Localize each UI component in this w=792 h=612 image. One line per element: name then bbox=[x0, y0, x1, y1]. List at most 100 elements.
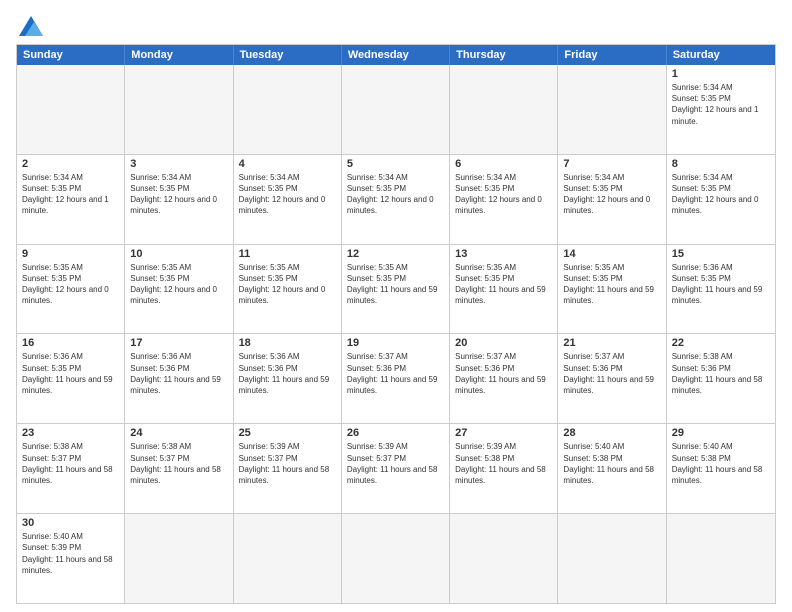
day-info: Sunrise: 5:36 AMSunset: 5:35 PMDaylight:… bbox=[22, 351, 119, 396]
day-number: 28 bbox=[563, 427, 660, 439]
calendar-cell: 15 Sunrise: 5:36 AMSunset: 5:35 PMDayligh… bbox=[667, 245, 775, 334]
calendar-cell: 9 Sunrise: 5:35 AMSunset: 5:35 PMDaylight… bbox=[17, 245, 125, 334]
calendar-cell: 16 Sunrise: 5:36 AMSunset: 5:35 PMDayligh… bbox=[17, 334, 125, 423]
calendar-cell: 28 Sunrise: 5:40 AMSunset: 5:38 PMDayligh… bbox=[558, 424, 666, 513]
day-info: Sunrise: 5:36 AMSunset: 5:36 PMDaylight:… bbox=[239, 351, 336, 396]
calendar-cell: 19 Sunrise: 5:37 AMSunset: 5:36 PMDayligh… bbox=[342, 334, 450, 423]
day-info: Sunrise: 5:40 AMSunset: 5:38 PMDaylight:… bbox=[672, 441, 770, 486]
calendar-header: SundayMondayTuesdayWednesdayThursdayFrid… bbox=[17, 45, 775, 65]
day-number: 22 bbox=[672, 337, 770, 349]
calendar-cell: 30Sunrise: 5:40 AMSunset: 5:39 PMDayligh… bbox=[17, 514, 125, 603]
calendar-cell: 20 Sunrise: 5:37 AMSunset: 5:36 PMDayligh… bbox=[450, 334, 558, 423]
day-info: Sunrise: 5:35 AMSunset: 5:35 PMDaylight:… bbox=[455, 262, 552, 307]
day-number: 26 bbox=[347, 427, 444, 439]
day-info: Sunrise: 5:35 AMSunset: 5:35 PMDaylight:… bbox=[347, 262, 444, 307]
day-number: 15 bbox=[672, 248, 770, 260]
day-info: Sunrise: 5:35 AMSunset: 5:35 PMDaylight:… bbox=[22, 262, 119, 307]
day-info: Sunrise: 5:34 AMSunset: 5:35 PMDaylight:… bbox=[130, 172, 227, 217]
day-number: 9 bbox=[22, 248, 119, 260]
day-info: Sunrise: 5:35 AMSunset: 5:35 PMDaylight:… bbox=[563, 262, 660, 307]
calendar-row: 1 Sunrise: 5:34 AMSunset: 5:35 PMDaylight… bbox=[17, 65, 775, 155]
day-number: 19 bbox=[347, 337, 444, 349]
day-info: Sunrise: 5:40 AMSunset: 5:39 PMDaylight:… bbox=[22, 531, 119, 576]
calendar-cell bbox=[234, 65, 342, 154]
day-info: Sunrise: 5:34 AMSunset: 5:35 PMDaylight:… bbox=[672, 172, 770, 217]
day-info: Sunrise: 5:39 AMSunset: 5:37 PMDaylight:… bbox=[347, 441, 444, 486]
day-info: Sunrise: 5:34 AMSunset: 5:35 PMDaylight:… bbox=[347, 172, 444, 217]
day-number: 2 bbox=[22, 158, 119, 170]
calendar-cell: 7 Sunrise: 5:34 AMSunset: 5:35 PMDaylight… bbox=[558, 155, 666, 244]
day-number: 4 bbox=[239, 158, 336, 170]
calendar-cell: 26 Sunrise: 5:39 AMSunset: 5:37 PMDayligh… bbox=[342, 424, 450, 513]
day-number: 10 bbox=[130, 248, 227, 260]
weekday-header: Saturday bbox=[667, 45, 775, 65]
day-number: 27 bbox=[455, 427, 552, 439]
day-number: 6 bbox=[455, 158, 552, 170]
day-info: Sunrise: 5:34 AMSunset: 5:35 PMDaylight:… bbox=[455, 172, 552, 217]
day-info: Sunrise: 5:36 AMSunset: 5:35 PMDaylight:… bbox=[672, 262, 770, 307]
day-info: Sunrise: 5:38 AMSunset: 5:36 PMDaylight:… bbox=[672, 351, 770, 396]
day-info: Sunrise: 5:35 AMSunset: 5:35 PMDaylight:… bbox=[130, 262, 227, 307]
day-info: Sunrise: 5:38 AMSunset: 5:37 PMDaylight:… bbox=[22, 441, 119, 486]
day-info: Sunrise: 5:34 AMSunset: 5:35 PMDaylight:… bbox=[672, 82, 770, 127]
calendar-cell: 6 Sunrise: 5:34 AMSunset: 5:35 PMDaylight… bbox=[450, 155, 558, 244]
day-number: 25 bbox=[239, 427, 336, 439]
calendar-cell bbox=[342, 514, 450, 603]
weekday-header: Wednesday bbox=[342, 45, 450, 65]
day-number: 24 bbox=[130, 427, 227, 439]
calendar-body: 1 Sunrise: 5:34 AMSunset: 5:35 PMDaylight… bbox=[17, 65, 775, 603]
calendar-cell: 14 Sunrise: 5:35 AMSunset: 5:35 PMDayligh… bbox=[558, 245, 666, 334]
calendar-cell bbox=[125, 65, 233, 154]
day-number: 7 bbox=[563, 158, 660, 170]
calendar-cell: 27 Sunrise: 5:39 AMSunset: 5:38 PMDayligh… bbox=[450, 424, 558, 513]
day-number: 11 bbox=[239, 248, 336, 260]
day-info: Sunrise: 5:39 AMSunset: 5:37 PMDaylight:… bbox=[239, 441, 336, 486]
day-info: Sunrise: 5:34 AMSunset: 5:35 PMDaylight:… bbox=[22, 172, 119, 217]
weekday-header: Thursday bbox=[450, 45, 558, 65]
day-number: 29 bbox=[672, 427, 770, 439]
day-info: Sunrise: 5:37 AMSunset: 5:36 PMDaylight:… bbox=[347, 351, 444, 396]
calendar-cell: 4Sunrise: 5:34 AMSunset: 5:35 PMDaylight… bbox=[234, 155, 342, 244]
calendar-cell: 2 Sunrise: 5:34 AMSunset: 5:35 PMDaylight… bbox=[17, 155, 125, 244]
calendar-row: 16 Sunrise: 5:36 AMSunset: 5:35 PMDayligh… bbox=[17, 334, 775, 424]
calendar-cell: 8Sunrise: 5:34 AMSunset: 5:35 PMDaylight… bbox=[667, 155, 775, 244]
day-info: Sunrise: 5:34 AMSunset: 5:35 PMDaylight:… bbox=[563, 172, 660, 217]
day-info: Sunrise: 5:40 AMSunset: 5:38 PMDaylight:… bbox=[563, 441, 660, 486]
calendar-cell bbox=[450, 65, 558, 154]
day-info: Sunrise: 5:39 AMSunset: 5:38 PMDaylight:… bbox=[455, 441, 552, 486]
day-number: 16 bbox=[22, 337, 119, 349]
calendar-cell bbox=[667, 514, 775, 603]
day-number: 1 bbox=[672, 68, 770, 80]
day-number: 23 bbox=[22, 427, 119, 439]
calendar-cell bbox=[558, 514, 666, 603]
day-number: 14 bbox=[563, 248, 660, 260]
header bbox=[16, 16, 776, 36]
calendar-cell: 23 Sunrise: 5:38 AMSunset: 5:37 PMDayligh… bbox=[17, 424, 125, 513]
calendar-cell: 29 Sunrise: 5:40 AMSunset: 5:38 PMDayligh… bbox=[667, 424, 775, 513]
calendar-cell: 13Sunrise: 5:35 AMSunset: 5:35 PMDayligh… bbox=[450, 245, 558, 334]
calendar-cell: 24 Sunrise: 5:38 AMSunset: 5:37 PMDayligh… bbox=[125, 424, 233, 513]
weekday-header: Tuesday bbox=[234, 45, 342, 65]
calendar-row: 9 Sunrise: 5:35 AMSunset: 5:35 PMDaylight… bbox=[17, 245, 775, 335]
day-number: 20 bbox=[455, 337, 552, 349]
calendar-cell: 18 Sunrise: 5:36 AMSunset: 5:36 PMDayligh… bbox=[234, 334, 342, 423]
day-number: 21 bbox=[563, 337, 660, 349]
calendar-row: 2 Sunrise: 5:34 AMSunset: 5:35 PMDaylight… bbox=[17, 155, 775, 245]
calendar-cell: 21Sunrise: 5:37 AMSunset: 5:36 PMDayligh… bbox=[558, 334, 666, 423]
calendar-cell: 17Sunrise: 5:36 AMSunset: 5:36 PMDayligh… bbox=[125, 334, 233, 423]
calendar-row: 23 Sunrise: 5:38 AMSunset: 5:37 PMDayligh… bbox=[17, 424, 775, 514]
day-number: 12 bbox=[347, 248, 444, 260]
day-info: Sunrise: 5:38 AMSunset: 5:37 PMDaylight:… bbox=[130, 441, 227, 486]
calendar-cell bbox=[125, 514, 233, 603]
day-number: 18 bbox=[239, 337, 336, 349]
page: SundayMondayTuesdayWednesdayThursdayFrid… bbox=[0, 0, 792, 612]
day-info: Sunrise: 5:37 AMSunset: 5:36 PMDaylight:… bbox=[455, 351, 552, 396]
calendar-cell: 5Sunrise: 5:34 AMSunset: 5:35 PMDaylight… bbox=[342, 155, 450, 244]
calendar-cell: 25 Sunrise: 5:39 AMSunset: 5:37 PMDayligh… bbox=[234, 424, 342, 513]
calendar-cell: 22 Sunrise: 5:38 AMSunset: 5:36 PMDayligh… bbox=[667, 334, 775, 423]
calendar-cell bbox=[17, 65, 125, 154]
logo-icon bbox=[19, 16, 43, 36]
calendar-cell bbox=[234, 514, 342, 603]
calendar-cell: 1 Sunrise: 5:34 AMSunset: 5:35 PMDaylight… bbox=[667, 65, 775, 154]
day-info: Sunrise: 5:36 AMSunset: 5:36 PMDaylight:… bbox=[130, 351, 227, 396]
